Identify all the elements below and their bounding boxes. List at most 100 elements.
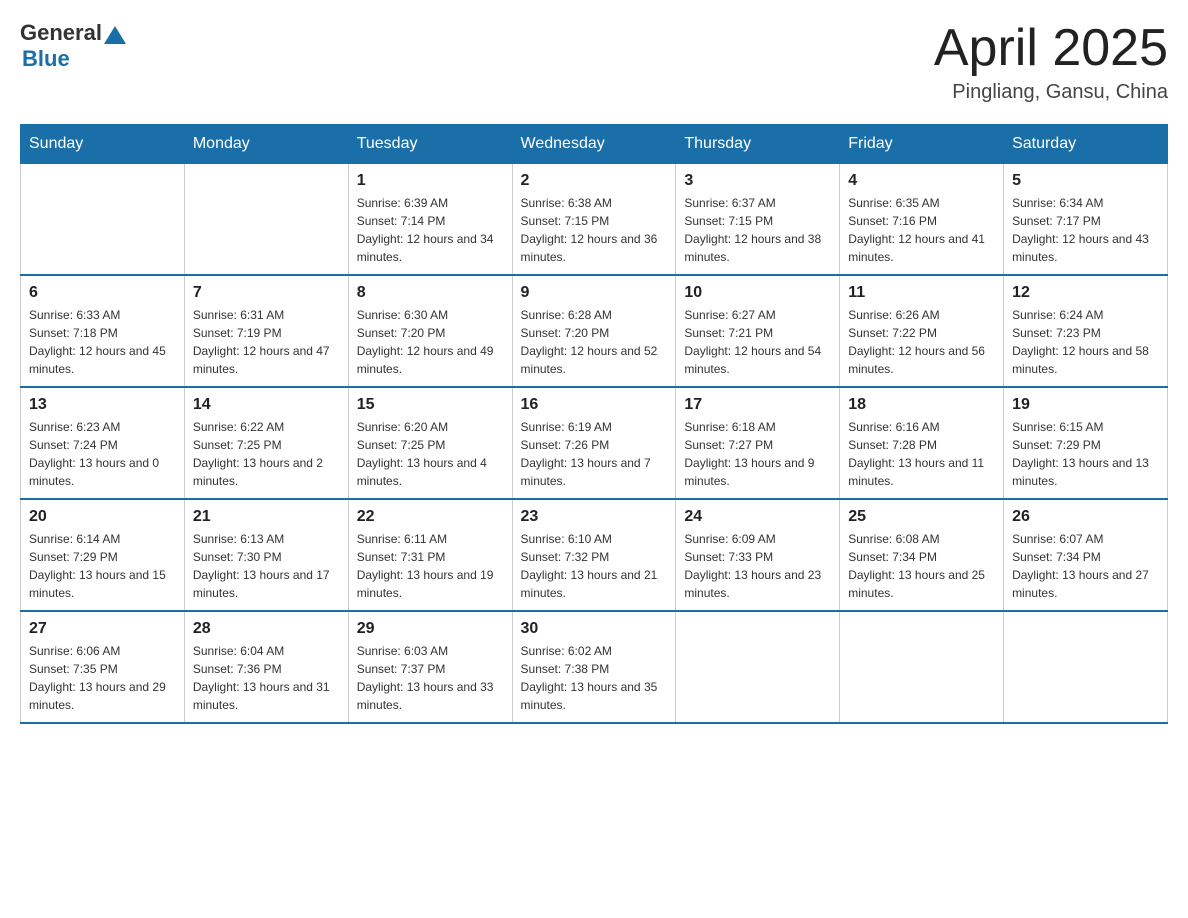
calendar-cell: 16Sunrise: 6:19 AMSunset: 7:26 PMDayligh…	[512, 387, 676, 499]
day-number: 11	[848, 284, 995, 302]
day-number: 27	[29, 620, 176, 638]
day-info: Sunrise: 6:38 AMSunset: 7:15 PMDaylight:…	[521, 194, 668, 266]
day-of-week-header: Tuesday	[348, 125, 512, 164]
day-number: 7	[193, 284, 340, 302]
day-info: Sunrise: 6:35 AMSunset: 7:16 PMDaylight:…	[848, 194, 995, 266]
calendar-title: April 2025	[934, 20, 1168, 77]
calendar-cell: 26 Sunrise: 6:07 AMSunset: 7:34 PMDayligh…	[1004, 499, 1168, 611]
day-info: Sunrise: 6:13 AMSunset: 7:30 PMDaylight:…	[193, 530, 340, 602]
calendar-cell: 6 Sunrise: 6:33 AMSunset: 7:18 PMDaylight…	[21, 275, 185, 387]
calendar-cell	[1004, 611, 1168, 723]
day-number: 10	[684, 284, 831, 302]
title-block: April 2025 Pingliang, Gansu, China	[934, 20, 1168, 104]
day-info: Sunrise: 6:09 AMSunset: 7:33 PMDaylight:…	[684, 530, 831, 602]
day-number: 14	[193, 396, 340, 414]
day-info: Sunrise: 6:15 AMSunset: 7:29 PMDaylight:…	[1012, 418, 1159, 490]
day-info: Sunrise: 6:37 AMSunset: 7:15 PMDaylight:…	[684, 194, 831, 266]
calendar-cell	[840, 611, 1004, 723]
logo-general-text: General	[20, 20, 102, 46]
calendar-cell	[676, 611, 840, 723]
calendar-cell: 17 Sunrise: 6:18 AMSunset: 7:27 PMDayligh…	[676, 387, 840, 499]
day-number: 2	[521, 172, 668, 190]
page-header: General Blue April 2025 Pingliang, Gansu…	[20, 20, 1168, 104]
day-number: 4	[848, 172, 995, 190]
day-number: 30	[521, 620, 668, 638]
day-number: 24	[684, 508, 831, 526]
day-info: Sunrise: 6:39 AMSunset: 7:14 PMDaylight:…	[357, 194, 504, 266]
calendar-subtitle: Pingliang, Gansu, China	[934, 81, 1168, 104]
logo-blue-text: Blue	[22, 46, 70, 71]
day-number: 8	[357, 284, 504, 302]
day-number: 20	[29, 508, 176, 526]
calendar-cell: 5 Sunrise: 6:34 AMSunset: 7:17 PMDaylight…	[1004, 164, 1168, 276]
day-info: Sunrise: 6:07 AMSunset: 7:34 PMDaylight:…	[1012, 530, 1159, 602]
calendar-cell: 7Sunrise: 6:31 AMSunset: 7:19 PMDaylight…	[184, 275, 348, 387]
calendar-cell: 9 Sunrise: 6:28 AMSunset: 7:20 PMDaylight…	[512, 275, 676, 387]
day-number: 21	[193, 508, 340, 526]
day-info: Sunrise: 6:26 AMSunset: 7:22 PMDaylight:…	[848, 306, 995, 378]
day-info: Sunrise: 6:02 AMSunset: 7:38 PMDaylight:…	[521, 642, 668, 714]
day-of-week-header: Friday	[840, 125, 1004, 164]
day-number: 17	[684, 396, 831, 414]
calendar-cell: 11 Sunrise: 6:26 AMSunset: 7:22 PMDayligh…	[840, 275, 1004, 387]
day-number: 12	[1012, 284, 1159, 302]
day-of-week-header: Monday	[184, 125, 348, 164]
day-number: 13	[29, 396, 176, 414]
logo-wordmark: General Blue	[20, 20, 126, 72]
day-info: Sunrise: 6:16 AMSunset: 7:28 PMDaylight:…	[848, 418, 995, 490]
calendar-cell: 18 Sunrise: 6:16 AMSunset: 7:28 PMDayligh…	[840, 387, 1004, 499]
day-info: Sunrise: 6:19 AMSunset: 7:26 PMDaylight:…	[521, 418, 668, 490]
day-info: Sunrise: 6:34 AMSunset: 7:17 PMDaylight:…	[1012, 194, 1159, 266]
day-number: 6	[29, 284, 176, 302]
day-info: Sunrise: 6:22 AMSunset: 7:25 PMDaylight:…	[193, 418, 340, 490]
day-info: Sunrise: 6:04 AMSunset: 7:36 PMDaylight:…	[193, 642, 340, 714]
calendar-week-row: 27 Sunrise: 6:06 AMSunset: 7:35 PMDayligh…	[21, 611, 1168, 723]
calendar-week-row: 13 Sunrise: 6:23 AMSunset: 7:24 PMDayligh…	[21, 387, 1168, 499]
day-number: 15	[357, 396, 504, 414]
calendar-cell: 24 Sunrise: 6:09 AMSunset: 7:33 PMDayligh…	[676, 499, 840, 611]
calendar-cell	[21, 164, 185, 276]
day-number: 28	[193, 620, 340, 638]
calendar-cell: 25 Sunrise: 6:08 AMSunset: 7:34 PMDayligh…	[840, 499, 1004, 611]
calendar-header-row: SundayMondayTuesdayWednesdayThursdayFrid…	[21, 125, 1168, 164]
day-info: Sunrise: 6:33 AMSunset: 7:18 PMDaylight:…	[29, 306, 176, 378]
day-number: 3	[684, 172, 831, 190]
day-number: 25	[848, 508, 995, 526]
calendar-cell: 30 Sunrise: 6:02 AMSunset: 7:38 PMDayligh…	[512, 611, 676, 723]
day-info: Sunrise: 6:18 AMSunset: 7:27 PMDaylight:…	[684, 418, 831, 490]
day-number: 29	[357, 620, 504, 638]
calendar-cell: 10 Sunrise: 6:27 AMSunset: 7:21 PMDayligh…	[676, 275, 840, 387]
day-info: Sunrise: 6:23 AMSunset: 7:24 PMDaylight:…	[29, 418, 176, 490]
day-info: Sunrise: 6:06 AMSunset: 7:35 PMDaylight:…	[29, 642, 176, 714]
calendar-cell: 27 Sunrise: 6:06 AMSunset: 7:35 PMDayligh…	[21, 611, 185, 723]
day-info: Sunrise: 6:27 AMSunset: 7:21 PMDaylight:…	[684, 306, 831, 378]
day-number: 9	[521, 284, 668, 302]
calendar-cell: 3 Sunrise: 6:37 AMSunset: 7:15 PMDaylight…	[676, 164, 840, 276]
calendar-cell: 29 Sunrise: 6:03 AMSunset: 7:37 PMDayligh…	[348, 611, 512, 723]
day-info: Sunrise: 6:14 AMSunset: 7:29 PMDaylight:…	[29, 530, 176, 602]
day-number: 26	[1012, 508, 1159, 526]
day-info: Sunrise: 6:30 AMSunset: 7:20 PMDaylight:…	[357, 306, 504, 378]
day-of-week-header: Wednesday	[512, 125, 676, 164]
calendar-cell: 21 Sunrise: 6:13 AMSunset: 7:30 PMDayligh…	[184, 499, 348, 611]
logo-triangle-icon	[104, 24, 126, 46]
day-info: Sunrise: 6:28 AMSunset: 7:20 PMDaylight:…	[521, 306, 668, 378]
calendar-cell: 22 Sunrise: 6:11 AMSunset: 7:31 PMDayligh…	[348, 499, 512, 611]
calendar-week-row: 6 Sunrise: 6:33 AMSunset: 7:18 PMDaylight…	[21, 275, 1168, 387]
day-number: 1	[357, 172, 504, 190]
calendar-cell: 28 Sunrise: 6:04 AMSunset: 7:36 PMDayligh…	[184, 611, 348, 723]
day-number: 5	[1012, 172, 1159, 190]
day-info: Sunrise: 6:11 AMSunset: 7:31 PMDaylight:…	[357, 530, 504, 602]
day-info: Sunrise: 6:10 AMSunset: 7:32 PMDaylight:…	[521, 530, 668, 602]
logo: General Blue	[20, 20, 126, 72]
calendar-cell: 2 Sunrise: 6:38 AMSunset: 7:15 PMDaylight…	[512, 164, 676, 276]
calendar-cell: 14 Sunrise: 6:22 AMSunset: 7:25 PMDayligh…	[184, 387, 348, 499]
day-number: 18	[848, 396, 995, 414]
calendar-cell: 15Sunrise: 6:20 AMSunset: 7:25 PMDayligh…	[348, 387, 512, 499]
day-info: Sunrise: 6:03 AMSunset: 7:37 PMDaylight:…	[357, 642, 504, 714]
calendar-cell: 8 Sunrise: 6:30 AMSunset: 7:20 PMDaylight…	[348, 275, 512, 387]
day-number: 22	[357, 508, 504, 526]
calendar-cell: 19Sunrise: 6:15 AMSunset: 7:29 PMDayligh…	[1004, 387, 1168, 499]
day-info: Sunrise: 6:08 AMSunset: 7:34 PMDaylight:…	[848, 530, 995, 602]
calendar-week-row: 20 Sunrise: 6:14 AMSunset: 7:29 PMDayligh…	[21, 499, 1168, 611]
